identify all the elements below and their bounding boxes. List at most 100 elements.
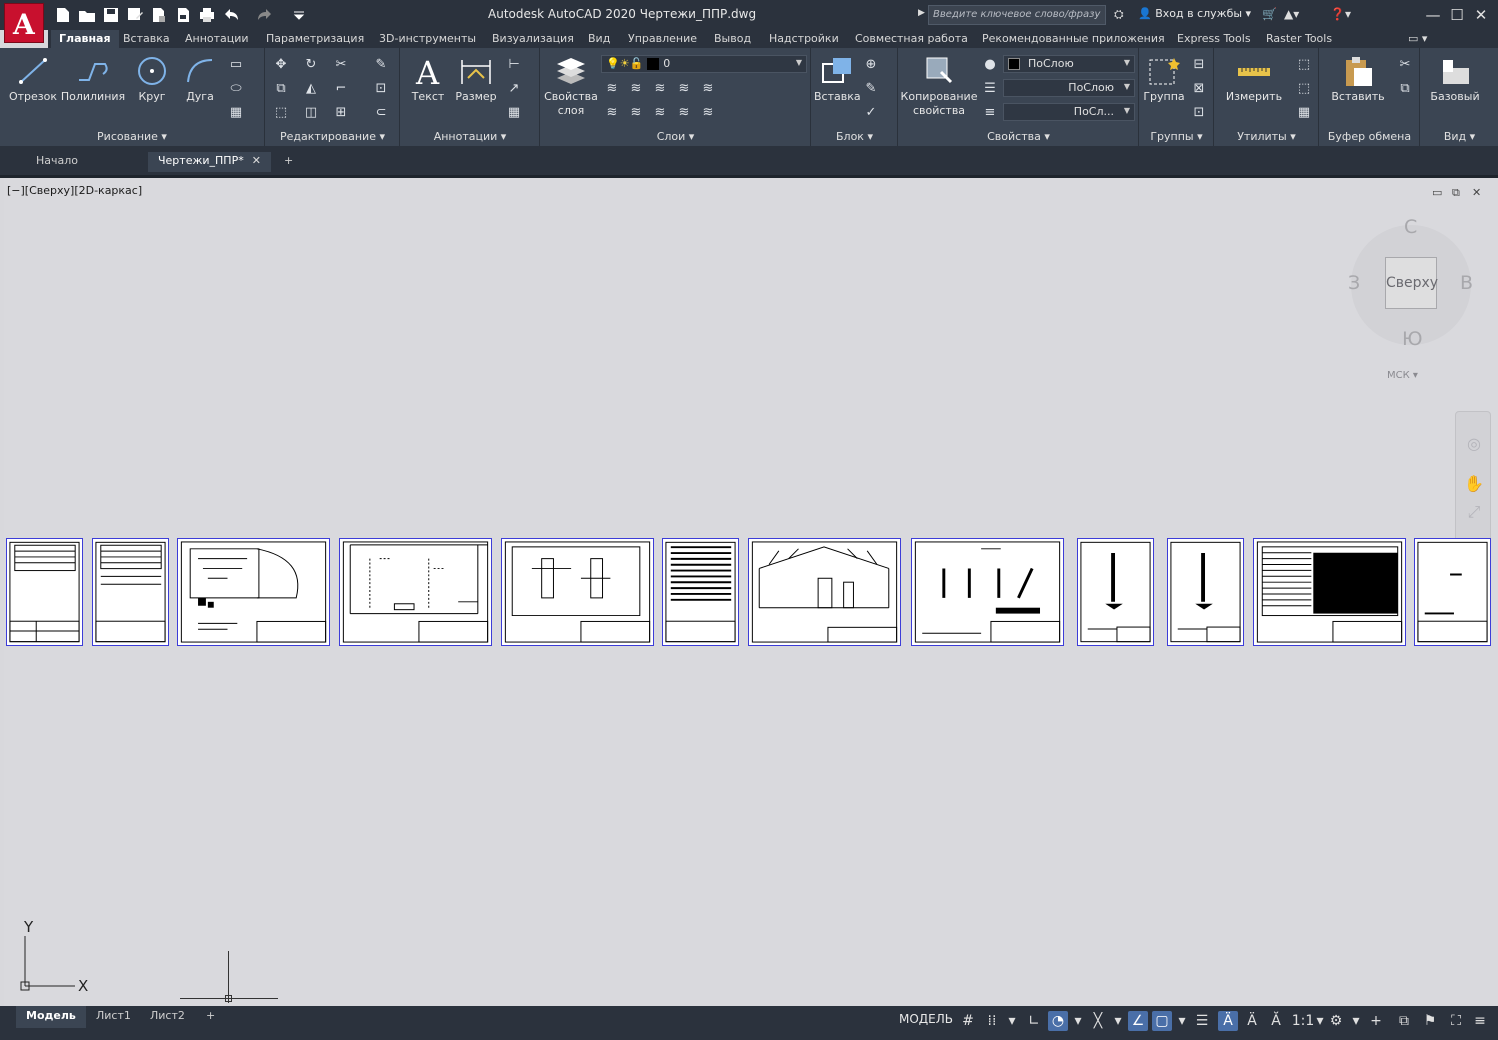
application-menu-button[interactable]: A	[4, 3, 44, 43]
drawing-sheet-6[interactable]	[662, 538, 739, 646]
layer-properties-button[interactable]: Свойства слоя	[543, 54, 599, 118]
linear-dim-icon[interactable]: ⊢	[505, 56, 523, 74]
layer-thaw-icon[interactable]: ≋	[675, 104, 693, 122]
tab-featured-apps[interactable]: Рекомендованные приложения	[974, 30, 1173, 48]
undo-icon[interactable]	[222, 6, 240, 24]
viewport-restore-icon[interactable]: ⧉	[1452, 186, 1460, 200]
annotation-visibility-icon[interactable]: Ӓ	[1218, 1011, 1238, 1031]
leader-icon[interactable]: ↗	[505, 80, 523, 98]
linetype-icon[interactable]: ≡	[981, 104, 999, 122]
open-web-icon[interactable]	[150, 6, 168, 24]
customization-menu-icon[interactable]: ≡	[1470, 1011, 1490, 1031]
drawing-sheet-10[interactable]	[1167, 538, 1244, 646]
tab-view[interactable]: Вид	[580, 30, 618, 48]
panel-title-layers[interactable]: Слои ▾	[541, 130, 810, 143]
sign-in-button[interactable]: 👤 Вход в службы ▾	[1138, 7, 1251, 20]
fillet-icon[interactable]: ⌐	[332, 80, 350, 98]
panel-title-view[interactable]: Вид ▾	[1421, 130, 1498, 143]
dimension-button[interactable]: Размер	[453, 54, 499, 103]
save-icon[interactable]	[102, 6, 120, 24]
compass-east[interactable]: В	[1460, 272, 1473, 294]
tab-3d-tools[interactable]: 3D-инструменты	[371, 30, 484, 48]
drawing-sheet-3[interactable]	[177, 538, 330, 646]
linetype-dropdown[interactable]: ПоСл... ▼	[1003, 103, 1135, 121]
array-icon[interactable]: ⊞	[332, 104, 350, 122]
ungroup-icon[interactable]: ⊟	[1190, 56, 1208, 74]
lineweight-display-icon[interactable]: ☰	[1192, 1011, 1212, 1031]
layer-isolate-icon[interactable]: ≋	[627, 80, 645, 98]
tab-express-tools[interactable]: Express Tools	[1169, 30, 1259, 48]
tab-layout1[interactable]: Лист1	[86, 1006, 141, 1028]
a360-icon[interactable]: ▲▾	[1284, 7, 1299, 21]
drawing-sheet-2[interactable]	[92, 538, 169, 646]
layer-lock-icon[interactable]: ≋	[675, 80, 693, 98]
drawing-sheet-12[interactable]	[1414, 538, 1491, 646]
new-tab-button[interactable]: +	[274, 152, 303, 172]
minimize-button[interactable]: —	[1422, 4, 1444, 26]
zoom-extents-icon[interactable]: ⤢	[1464, 502, 1484, 522]
group-select-icon[interactable]: ⊡	[1190, 104, 1208, 122]
select-all-icon[interactable]: ⬚	[1295, 80, 1313, 98]
ribbon-minimize-icon[interactable]: ▭ ▾	[1408, 32, 1427, 45]
copy-clip-icon[interactable]: ⧉	[1396, 80, 1414, 98]
tab-manage[interactable]: Управление	[620, 30, 705, 48]
erase-icon[interactable]: ✎	[372, 56, 390, 74]
explode-icon[interactable]: ⊡	[372, 80, 390, 98]
edit-block-icon[interactable]: ✎	[862, 80, 880, 98]
drawing-sheet-11[interactable]	[1253, 538, 1406, 646]
osnap-dropdown-icon[interactable]: ▾	[1172, 1011, 1192, 1031]
print-icon[interactable]	[198, 6, 216, 24]
qat-dropdown-icon[interactable]	[290, 6, 308, 24]
tab-start[interactable]: Начало	[26, 152, 88, 172]
compass-west[interactable]: З	[1348, 272, 1360, 294]
panel-title-modify[interactable]: Редактирование ▾	[266, 130, 399, 143]
calculator-icon[interactable]: ▦	[1295, 104, 1313, 122]
close-window-button[interactable]: ✕	[1470, 4, 1492, 26]
viewport-minimize-icon[interactable]: ▭	[1432, 186, 1442, 199]
text-button[interactable]: A Текст	[407, 54, 449, 103]
ellipse-icon[interactable]: ⬭	[227, 80, 245, 98]
tab-raster-tools[interactable]: Raster Tools	[1258, 30, 1340, 48]
drawing-sheet-7[interactable]	[748, 538, 901, 646]
quick-select-icon[interactable]: ⬚	[1295, 56, 1313, 74]
polar-tracking-icon[interactable]: ◔	[1048, 1011, 1068, 1031]
drawing-sheet-5[interactable]	[501, 538, 654, 646]
quick-properties-icon[interactable]: ⚑	[1420, 1011, 1440, 1031]
tab-visualize[interactable]: Визуализация	[484, 30, 582, 48]
maximize-button[interactable]: ☐	[1446, 4, 1468, 26]
pan-hand-icon[interactable]: ✋	[1464, 474, 1484, 494]
rotate-icon[interactable]: ↻	[302, 56, 320, 74]
search-expand-icon[interactable]: ▶	[918, 8, 925, 18]
layer-make-current-icon[interactable]: ≋	[603, 104, 621, 122]
tab-model[interactable]: Модель	[16, 1006, 86, 1028]
drawing-canvas[interactable]: [−][Сверху][2D-каркас] ▭ ⧉ ✕ С Ю З В Све…	[4, 178, 1498, 1006]
steering-wheel-icon[interactable]: ◎	[1464, 434, 1484, 454]
attribute-icon[interactable]: ✓	[862, 104, 880, 122]
arc-button[interactable]: Дуга	[178, 54, 222, 103]
base-view-button[interactable]: Базовый	[1427, 54, 1483, 103]
tab-drawing[interactable]: Чертежи_ППР* ✕	[148, 152, 271, 172]
panel-title-groups[interactable]: Группы ▾	[1140, 130, 1213, 143]
new-icon[interactable]	[54, 6, 72, 24]
wcs-menu[interactable]: МСК ▾	[1387, 370, 1418, 381]
create-block-icon[interactable]: ⊕	[862, 56, 880, 74]
hatch-icon[interactable]: ▦	[227, 104, 245, 122]
layer-off-icon[interactable]: ≋	[603, 80, 621, 98]
save-as-icon[interactable]	[126, 6, 144, 24]
measure-button[interactable]: Измерить	[1221, 54, 1287, 103]
color-dropdown[interactable]: ПоСлою ▼	[1003, 55, 1135, 73]
snap-icon[interactable]: ⁞⁞	[982, 1011, 1002, 1031]
layer-freeze-icon[interactable]: ≋	[651, 80, 669, 98]
iso-dropdown-icon[interactable]: ▾	[1108, 1011, 1128, 1031]
cut-icon[interactable]: ✂	[1396, 56, 1414, 74]
tab-parametric[interactable]: Параметризация	[258, 30, 372, 48]
viewport-close-icon[interactable]: ✕	[1472, 186, 1481, 199]
insert-block-button[interactable]: Вставка	[814, 54, 861, 103]
add-layout-button[interactable]: +	[196, 1006, 225, 1028]
copy-icon[interactable]: ⧉	[272, 80, 290, 98]
panel-title-annotation[interactable]: Аннотации ▾	[401, 130, 539, 143]
stretch-icon[interactable]: ⬚	[272, 104, 290, 122]
save-web-icon[interactable]	[174, 6, 192, 24]
layer-unisolate-icon[interactable]: ≋	[651, 104, 669, 122]
ortho-icon[interactable]: ∟	[1024, 1011, 1044, 1031]
